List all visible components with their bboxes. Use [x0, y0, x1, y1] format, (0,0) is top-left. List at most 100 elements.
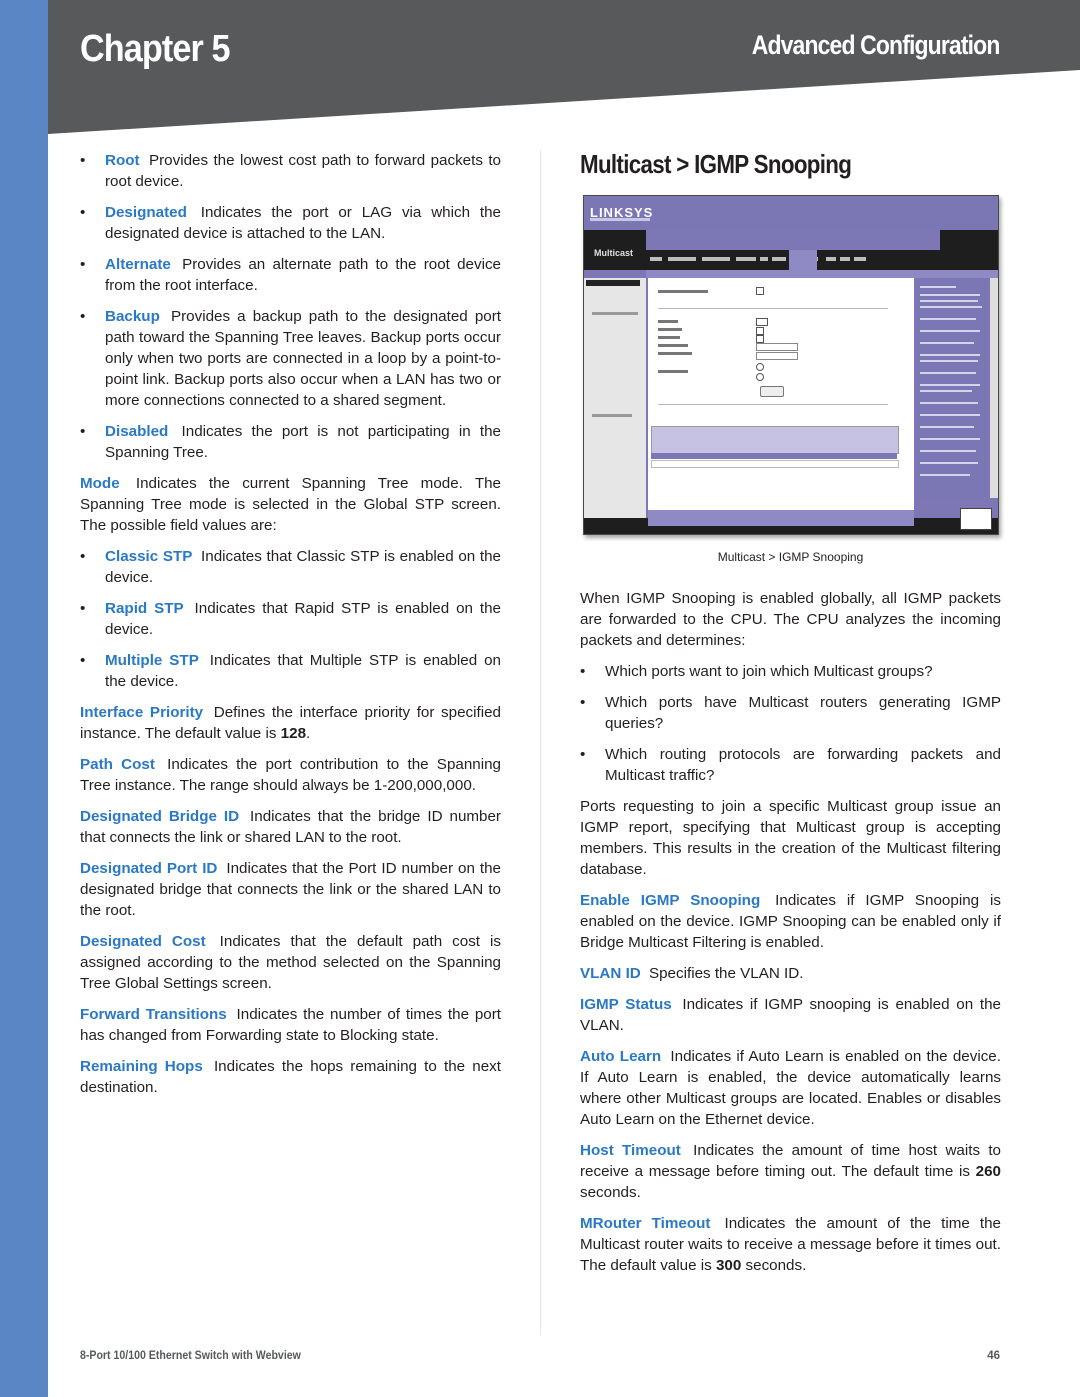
logo-tagline	[590, 218, 650, 221]
term-forward-transitions: Forward Transitions	[80, 1006, 227, 1023]
screenshot-save-bar	[648, 510, 914, 526]
help-text	[920, 414, 980, 416]
checkbox	[756, 287, 764, 295]
term-disabled: Disabled	[105, 423, 169, 440]
term-alternate: Alternate	[105, 256, 171, 273]
checkbox	[756, 335, 764, 343]
nav-item	[736, 257, 756, 261]
text-field	[756, 352, 798, 360]
right-column: Multicast > IGMP Snooping LINKSYS Multic…	[580, 150, 1001, 1286]
nav-item	[772, 257, 786, 261]
term-rapid-stp: Rapid STP	[105, 600, 184, 617]
port-role-list: Root Provides the lowest cost path to fo…	[80, 150, 501, 463]
term-backup: Backup	[105, 308, 160, 325]
field-paragraph: Designated Bridge ID Indicates that the …	[80, 806, 501, 848]
list-item: Which routing protocols are forwarding p…	[580, 744, 1001, 786]
side-color-bar	[0, 0, 48, 1397]
left-column: Root Provides the lowest cost path to fo…	[80, 150, 501, 1108]
table-row	[651, 460, 899, 468]
cisco-logo-icon	[960, 508, 992, 530]
intro-paragraph: When IGMP Snooping is enabled globally, …	[580, 590, 1001, 649]
help-text	[920, 402, 978, 404]
field-paragraph: VLAN ID Specifies the VLAN ID.	[580, 963, 1001, 984]
nav-item	[854, 257, 866, 261]
screenshot-scrollbar	[990, 278, 998, 498]
list-item: Designated Indicates the port or LAG via…	[80, 202, 501, 244]
list-item: Rapid STP Indicates that Rapid STP is en…	[80, 598, 501, 640]
help-text	[920, 342, 974, 344]
term-auto-learn: Auto Learn	[580, 1048, 662, 1065]
list-item: Multiple STP Indicates that Multiple STP…	[80, 650, 501, 692]
page-number: 46	[987, 1350, 1000, 1362]
unit: seconds.	[580, 1184, 641, 1201]
definition: Provides the lowest cost path to forward…	[105, 152, 501, 190]
list-item: Root Provides the lowest cost path to fo…	[80, 150, 501, 192]
field-paragraph: IGMP Status Indicates if IGMP snooping i…	[580, 994, 1001, 1036]
term-designated: Designated	[105, 204, 187, 221]
definition: Provides a backup path to the designated…	[105, 308, 501, 409]
help-text	[920, 450, 976, 452]
sidebar-item	[592, 312, 638, 315]
help-text	[920, 318, 976, 320]
separator	[658, 404, 888, 405]
default-value: 128	[280, 725, 307, 742]
help-text	[920, 330, 980, 332]
term-path-cost: Path Cost	[80, 756, 155, 773]
sidebar-item	[592, 414, 632, 417]
list-item: Backup Provides a backup path to the des…	[80, 306, 501, 411]
ports-paragraph: Ports requesting to join a specific Mult…	[580, 798, 1001, 878]
help-text	[920, 384, 980, 386]
default-value: 300	[715, 1257, 742, 1274]
igmp-snooping-screenshot: LINKSYS Multicast	[583, 195, 999, 535]
field-paragraph: Designated Cost Indicates that the defau…	[80, 931, 501, 994]
help-text	[920, 354, 980, 356]
term-designated-port-id: Designated Port ID	[80, 860, 218, 877]
help-text	[920, 372, 976, 374]
help-text	[920, 360, 978, 362]
term-designated-cost: Designated Cost	[80, 933, 206, 950]
screenshot-sub-nav	[646, 270, 998, 278]
field-paragraph: Auto Learn Indicates if Auto Learn is en…	[580, 1046, 1001, 1130]
mode-paragraph: Mode Indicates the current Spanning Tree…	[80, 473, 501, 536]
sentence-end: .	[306, 725, 311, 742]
radio	[756, 363, 764, 371]
nav-item	[760, 257, 768, 261]
vlan-igmp-table-header	[651, 426, 899, 454]
field-label	[658, 290, 708, 293]
field-paragraph: Remaining Hops Indicates the hops remain…	[80, 1056, 501, 1098]
radio	[756, 373, 764, 381]
term-designated-bridge-id: Designated Bridge ID	[80, 808, 240, 825]
host-timeout-paragraph: Host Timeout Indicates the amount of tim…	[580, 1140, 1001, 1203]
sidebar-item-active	[586, 280, 640, 286]
screenshot-model-box	[940, 230, 998, 250]
unit: seconds.	[745, 1257, 807, 1274]
subsection-heading: Multicast > IGMP Snooping	[580, 149, 852, 179]
field-label	[658, 328, 682, 331]
nav-item	[840, 257, 850, 261]
mode-values-list: Classic STP Indicates that Classic STP i…	[80, 546, 501, 692]
screenshot-page-label: Multicast	[594, 248, 634, 258]
field-label	[658, 320, 678, 323]
chapter-title: Chapter 5	[80, 28, 231, 70]
help-text	[920, 438, 980, 440]
field-label	[658, 370, 688, 373]
separator	[658, 308, 888, 309]
figure-caption: Multicast > IGMP Snooping	[717, 550, 864, 564]
field-label	[658, 352, 692, 355]
help-text	[920, 286, 956, 288]
section-title: Advanced Configuration	[752, 30, 1001, 60]
definition: Specifies the VLAN ID.	[648, 965, 804, 982]
screenshot-nav-bar	[646, 250, 998, 270]
select	[756, 318, 768, 326]
interface-priority-paragraph: Interface Priority Defines the interface…	[80, 702, 501, 744]
field-paragraph: Path Cost Indicates the port contributio…	[80, 754, 501, 796]
term-igmp-status: IGMP Status	[580, 996, 672, 1013]
field-paragraph: Enable IGMP Snooping Indicates if IGMP S…	[580, 890, 1001, 953]
list-item: Which ports have Multicast routers gener…	[580, 692, 1001, 734]
term-mrouter-timeout: MRouter Timeout	[580, 1215, 711, 1232]
term-host-timeout: Host Timeout	[580, 1142, 681, 1159]
term-root: Root	[105, 152, 140, 169]
help-text	[920, 474, 970, 476]
screenshot-help-panel	[916, 278, 988, 498]
nav-item	[668, 257, 696, 261]
